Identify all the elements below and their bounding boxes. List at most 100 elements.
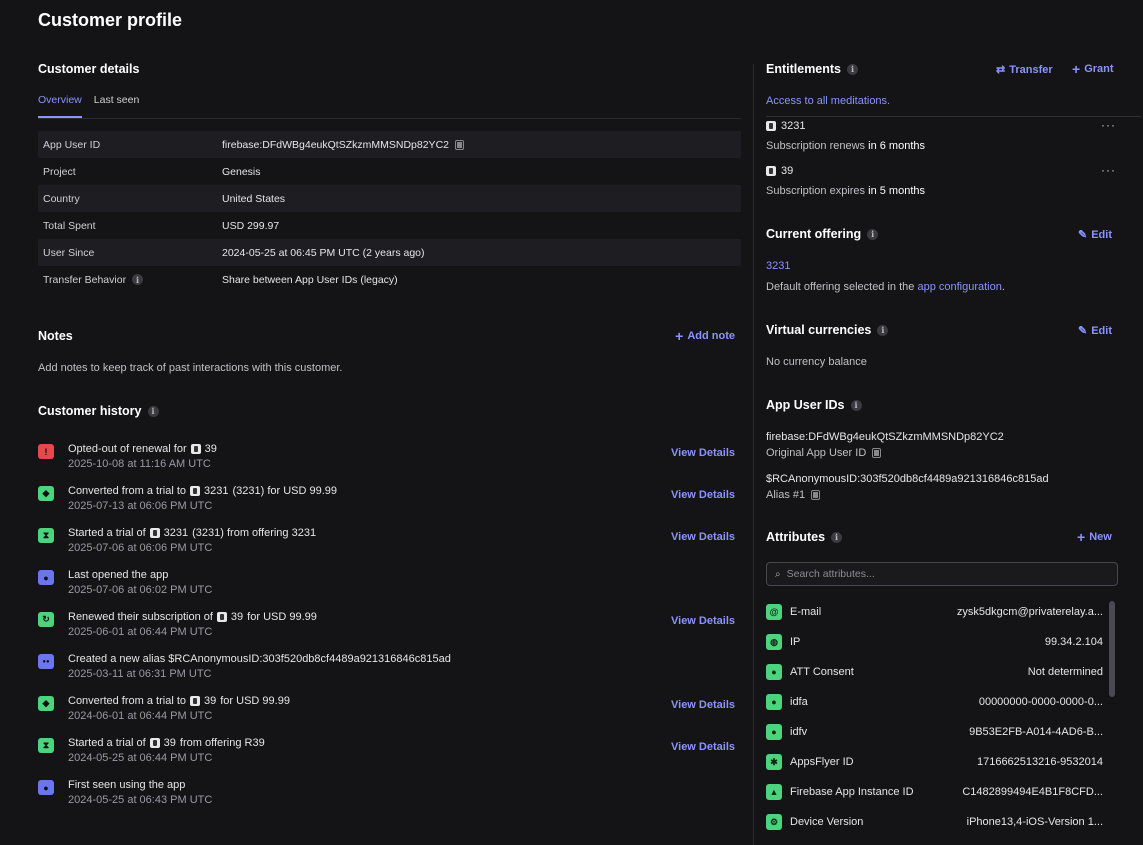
history-event: Converted from a trial to [68, 695, 186, 707]
attribute-row[interactable]: ● ATT Consent Not determined [766, 657, 1103, 687]
copy-icon[interactable] [811, 490, 821, 500]
detail-row-user-since: User Since 2024-05-25 at 06:45 PM UTC (2… [38, 239, 741, 266]
product-badge-icon [766, 166, 776, 176]
more-options-icon[interactable]: ··· [1101, 163, 1116, 177]
total-spent-value: USD 299.97 [222, 219, 280, 232]
history-product: 39 [163, 737, 176, 749]
details-table: App User ID firebase:DFdWBg4eukQtSZkzmMM… [38, 131, 741, 293]
product-badge-icon [149, 528, 160, 538]
copy-icon[interactable] [455, 139, 464, 150]
user-since-value: 2024-05-25 at 06:45 PM UTC (2 years ago) [222, 246, 425, 259]
entitlement-status-time: in 5 months [868, 185, 925, 197]
attribute-row[interactable]: ◍ IP 99.34.2.104 [766, 627, 1103, 657]
grant-button[interactable]: + Grant [1072, 61, 1114, 77]
project-link[interactable]: Genesis [222, 166, 261, 178]
edit-offering-button[interactable]: ✎ Edit [1078, 228, 1112, 242]
attribute-name: idfv [790, 726, 808, 738]
info-icon[interactable]: i [132, 274, 144, 285]
edit-label: Edit [1091, 324, 1112, 337]
history-list: ! Opted-out of renewal for 39 2025-10-08 at… [38, 440, 738, 818]
view-details-link[interactable]: View Details [671, 741, 735, 753]
info-icon[interactable]: i [847, 63, 859, 75]
entitlement-divider [766, 116, 1141, 117]
offering-link[interactable]: 3231 [766, 260, 790, 272]
new-attribute-button[interactable]: + New [1077, 530, 1112, 544]
column-divider [753, 64, 754, 845]
history-text: Started a trial of 39 from offering R39 [68, 737, 265, 749]
info-icon[interactable]: i [877, 324, 889, 336]
history-item: ◆ Converted from a trial to 3231 (3231) for… [38, 482, 738, 524]
globe-icon: ◍ [766, 634, 782, 650]
info-icon[interactable]: i [831, 531, 843, 543]
attribute-search: ⌕ [766, 562, 1118, 586]
attribute-row[interactable]: ● idfa 00000000-0000-0000-0... [766, 687, 1103, 717]
country-value: United States [222, 192, 286, 205]
history-text: Last opened the app [68, 569, 168, 581]
history-text: Opted-out of renewal for 39 [68, 443, 217, 455]
detail-row-project: Project Genesis [38, 158, 741, 185]
history-event: Last opened the app [68, 569, 169, 581]
edit-currencies-button[interactable]: ✎ Edit [1078, 324, 1112, 338]
transfer-button[interactable]: ⇄ Transfer [996, 63, 1053, 77]
history-date: 2025-03-11 at 06:31 PM UTC [68, 668, 212, 680]
history-item: ●● Created a new alias $RCAnonymousID:303… [38, 650, 738, 692]
attributes-scrollbar[interactable] [1109, 601, 1115, 697]
offering-desc-text: Default offering selected in the [766, 281, 915, 293]
view-details-link[interactable]: View Details [671, 447, 735, 459]
history-event: Opted-out of renewal for [68, 443, 187, 455]
info-icon[interactable]: i [147, 405, 159, 417]
history-item: ⧗ Started a trial of 39 from offering R39 20… [38, 734, 738, 776]
history-text: Converted from a trial to 3231 (3231) for … [68, 485, 337, 497]
tab-last-seen[interactable]: Last seen [94, 94, 140, 118]
attribute-value: Not determined [1027, 666, 1103, 678]
attribute-value: iPhone13,4-iOS-Version 1... [966, 816, 1103, 828]
more-options-icon[interactable]: ··· [1101, 118, 1116, 132]
tag-icon: ◆ [38, 486, 54, 501]
attribute-name: ATT Consent [790, 666, 854, 678]
info-icon[interactable]: i [850, 399, 862, 411]
history-text: Converted from a trial to 39 for USD 99.99 [68, 695, 290, 707]
history-product: 39 [204, 443, 217, 455]
app-user-id-label: Original App User ID [766, 447, 867, 459]
current-offering-heading: Current offering i [766, 227, 879, 241]
current-offering-heading-text: Current offering [766, 227, 862, 241]
history-item: ● Last opened the app 2025-07-06 at 06:02 … [38, 566, 738, 608]
detail-label: User Since [43, 246, 95, 259]
history-text: Started a trial of 3231 (3231) from offeri… [68, 527, 316, 539]
app-configuration-link[interactable]: app configuration [917, 281, 1001, 293]
history-date: 2025-07-13 at 06:06 PM UTC [68, 500, 213, 512]
customer-history-heading: Customer history i [38, 404, 159, 418]
history-item: ⧗ Started a trial of 3231 (3231) from offer… [38, 524, 738, 566]
history-event: Renewed their subscription of [68, 611, 213, 623]
view-details-link[interactable]: View Details [671, 531, 735, 543]
attribute-row[interactable]: @ E-mail zysk5dkgcm@privaterelay.a... [766, 597, 1103, 627]
history-detail: from offering R39 [179, 737, 265, 749]
detail-row-app-user-id: App User ID firebase:DFdWBg4eukQtSZkzmMM… [38, 131, 741, 158]
appsflyer-icon: ✱ [766, 754, 782, 770]
info-icon[interactable]: i [867, 228, 879, 240]
view-details-link[interactable]: View Details [671, 489, 735, 501]
view-details-link[interactable]: View Details [671, 699, 735, 711]
search-attributes-input[interactable] [786, 568, 1107, 580]
history-product: 3231 [204, 485, 229, 497]
app-user-id: $RCAnonymousID:303f520db8cf4489a92131684… [766, 473, 1049, 485]
grant-label: Grant [1084, 63, 1114, 75]
plus-icon: + [1072, 61, 1081, 77]
virtual-currencies-heading: Virtual currencies i [766, 323, 889, 337]
search-icon: ⌕ [775, 568, 781, 580]
transfer-icon: ⇄ [996, 64, 1006, 76]
entitlement-access-link[interactable]: Access to all meditations. [766, 95, 890, 107]
view-details-link[interactable]: View Details [671, 615, 735, 627]
attribute-value: 9B53E2FB-A014-4AD6-B... [969, 726, 1103, 738]
attribute-row[interactable]: ⚙ Device Version iPhone13,4-iOS-Version 1.… [766, 807, 1103, 837]
attribute-name: idfa [790, 696, 808, 708]
copy-icon[interactable] [872, 448, 882, 458]
entitlement-item: 3231 Subscription renews in 6 months ··· [766, 118, 1116, 160]
attribute-row[interactable]: ▲ Firebase App Instance ID C1482899494E4B1… [766, 777, 1103, 807]
add-note-button[interactable]: + Add note [675, 329, 735, 343]
attribute-row[interactable]: ✱ AppsFlyer ID 1716662513216-9532014 [766, 747, 1103, 777]
tab-overview[interactable]: Overview [38, 94, 82, 118]
product-badge-icon [766, 121, 776, 131]
attribute-value: zysk5dkgcm@privaterelay.a... [956, 606, 1103, 618]
attribute-row[interactable]: ● idfv 9B53E2FB-A014-4AD6-B... [766, 717, 1103, 747]
